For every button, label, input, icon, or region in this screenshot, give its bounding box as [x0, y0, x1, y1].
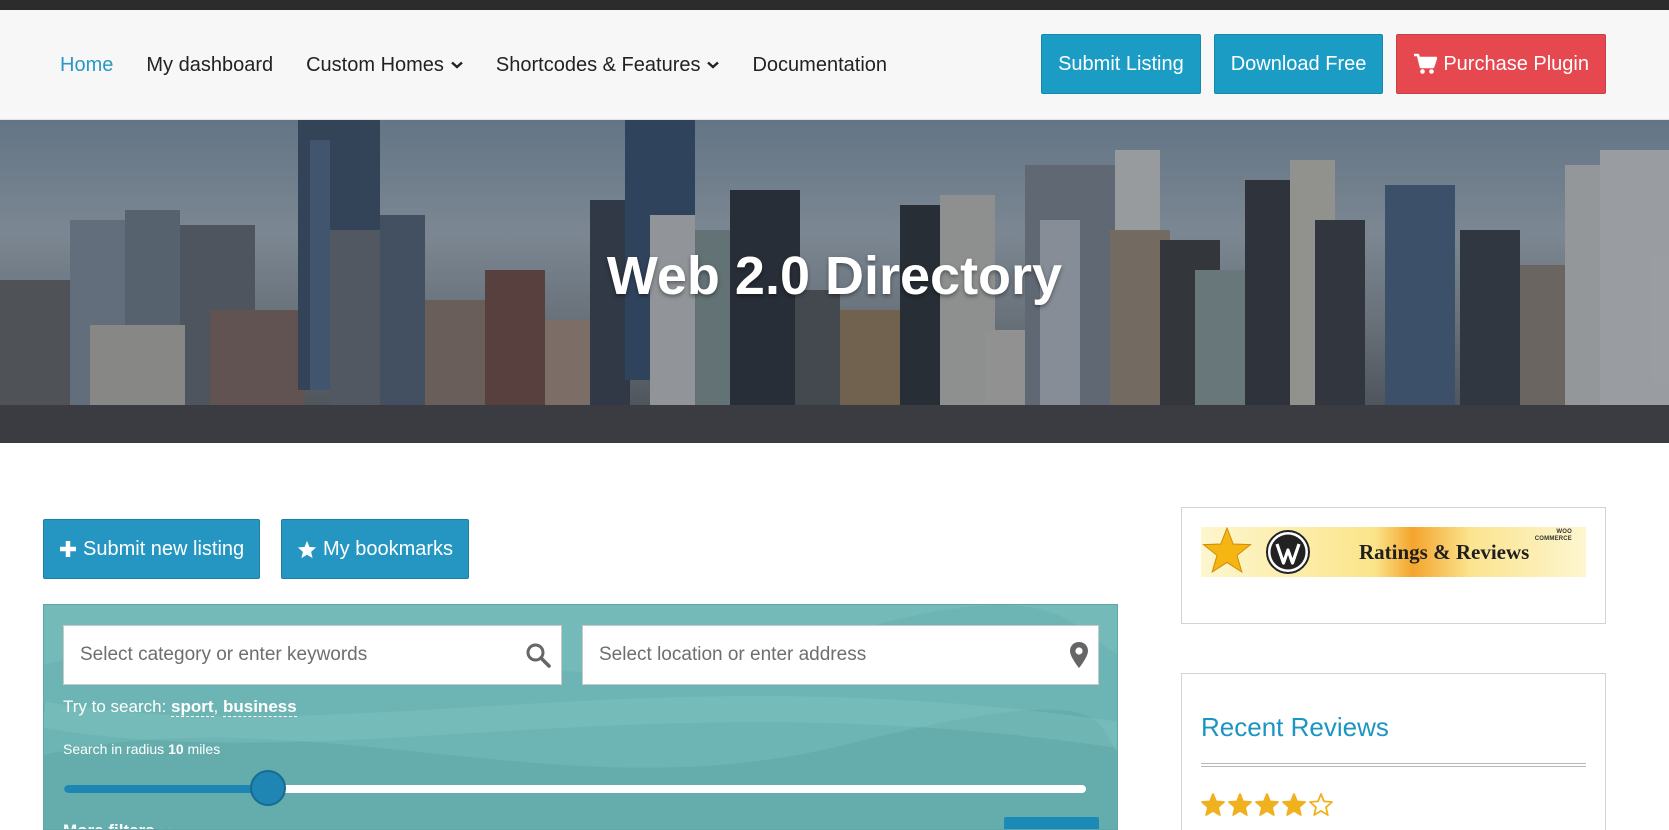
star-filled-icon — [1255, 793, 1279, 816]
chevron-down-icon — [707, 61, 720, 69]
badge-bottom-text: COMMERCE — [1534, 536, 1572, 542]
radius-slider-track[interactable] — [64, 785, 1086, 793]
main-navigation: Home My dashboard Custom Homes Shortcode… — [0, 10, 1669, 120]
suggestion-link-business[interactable]: business — [222, 697, 297, 717]
page-title: Web 2.0 Directory — [606, 246, 1063, 306]
woocommerce-badge: WOO COMMERCE — [1535, 529, 1572, 543]
keywords-field[interactable] — [63, 625, 562, 685]
nav-link-label: Documentation — [752, 53, 888, 76]
my-bookmarks-button[interactable]: My bookmarks — [281, 519, 470, 579]
search-icon[interactable] — [525, 642, 551, 668]
star-filled-icon — [1228, 793, 1252, 816]
radius-prefix: Search in radius — [63, 741, 165, 757]
more-filters-toggle[interactable]: More filters — [63, 821, 171, 829]
purchase-plugin-button[interactable]: Purchase Plugin — [1396, 34, 1606, 94]
nav-link-shortcodes-features[interactable]: Shortcodes & Features — [496, 54, 720, 77]
map-marker-icon[interactable] — [1070, 642, 1088, 668]
title-divider — [1201, 763, 1586, 767]
badge-top-text: WOO — [1556, 529, 1572, 535]
cart-icon — [1413, 53, 1438, 75]
top-strip — [0, 0, 1669, 10]
radius-value: 10 — [168, 741, 184, 757]
nav-link-label: Home — [60, 53, 114, 76]
hero-banner: Web 2.0 Directory — [0, 120, 1669, 443]
button-label: My bookmarks — [323, 537, 454, 560]
search-submit-button[interactable] — [1004, 817, 1099, 829]
banner-title: Ratings & Reviews — [1359, 540, 1530, 564]
nav-link-home[interactable]: Home — [60, 54, 113, 77]
nav-link-label: Custom Homes — [306, 53, 444, 76]
nav-actions: Submit Listing Download Free Purchase Pl… — [1028, 34, 1606, 94]
button-label: Submit Listing — [1058, 52, 1184, 75]
search-suggestions: Try to search: sport, business — [63, 697, 297, 717]
radius-unit: miles — [187, 741, 221, 757]
wordpress-logo-icon — [1266, 530, 1310, 574]
recent-reviews-widget: Recent Reviews — [1181, 673, 1606, 830]
location-input[interactable] — [583, 626, 1098, 684]
recent-reviews-title: Recent Reviews — [1201, 712, 1389, 742]
button-label: Download Free — [1230, 52, 1367, 75]
button-label: Purchase Plugin — [1443, 52, 1589, 75]
chevron-down-icon — [451, 61, 463, 69]
submit-new-listing-button[interactable]: Submit new listing — [43, 519, 261, 579]
star-empty-icon — [1309, 793, 1333, 816]
star-filled-icon — [1201, 793, 1225, 816]
button-label: Submit new listing — [83, 537, 245, 560]
nav-link-label: Shortcodes & Features — [495, 53, 701, 76]
keywords-input[interactable] — [64, 626, 561, 684]
download-free-button[interactable]: Download Free — [1213, 34, 1384, 94]
nav-link-my-dashboard[interactable]: My dashboard — [146, 54, 273, 77]
radius-slider-fill — [64, 785, 269, 793]
nav-link-label: My dashboard — [146, 53, 274, 76]
suggestions-label: Try to search: — [63, 697, 167, 716]
search-panel: Try to search: sport, business Search in… — [43, 604, 1118, 830]
star-icon — [297, 540, 317, 559]
radius-label: Search in radius 10 miles — [63, 741, 220, 757]
more-filters-label: More filters — [63, 821, 155, 829]
ratings-reviews-banner-widget: Ratings & Reviews WOO COMMERCE — [1181, 507, 1606, 624]
nav-link-documentation[interactable]: Documentation — [752, 54, 887, 77]
suggestion-link-sport[interactable]: sport — [171, 697, 214, 717]
submit-listing-button[interactable]: Submit Listing — [1041, 34, 1201, 94]
nav-links: Home My dashboard Custom Homes Shortcode… — [60, 10, 920, 120]
plus-icon — [59, 540, 77, 558]
location-field[interactable] — [582, 625, 1099, 685]
nav-link-custom-homes[interactable]: Custom Homes — [306, 54, 463, 77]
star-filled-icon — [1282, 793, 1306, 816]
chevron-down-icon — [159, 821, 171, 829]
review-rating — [1201, 793, 1336, 816]
ratings-reviews-banner[interactable]: Ratings & Reviews WOO COMMERCE — [1201, 527, 1586, 577]
